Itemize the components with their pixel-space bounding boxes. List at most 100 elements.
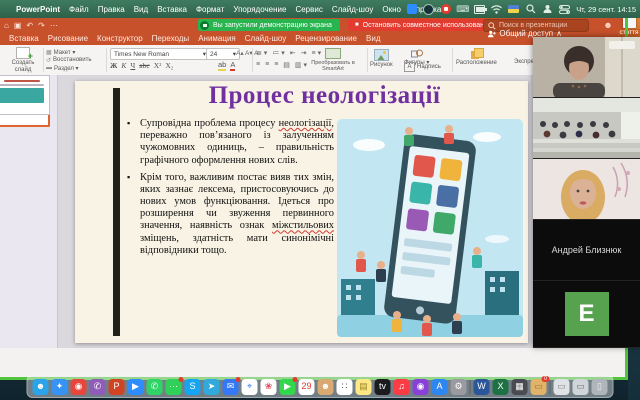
qat-button[interactable]: ⌂ (4, 21, 9, 30)
menubar-clock[interactable]: Чт, 29 сент. 14:15 (576, 5, 636, 14)
dock-app-icon[interactable]: W (473, 378, 490, 395)
app-menu-powerpoint[interactable]: PowerPoint (16, 5, 60, 14)
dock-app-icon[interactable]: A (431, 378, 448, 395)
dock-app-icon[interactable]: ✆ (146, 378, 163, 395)
participant-avatar-tile[interactable]: E (533, 281, 640, 348)
dock-app-icon[interactable] (469, 379, 471, 394)
new-slide-button[interactable]: Создать слайд (4, 45, 42, 75)
menubar-item[interactable]: Вид (134, 5, 148, 14)
dock-app-icon[interactable]: ▭ (553, 378, 570, 395)
qat-button[interactable]: ▣ (14, 21, 22, 30)
menubar-item[interactable]: Слайд-шоу (332, 5, 373, 14)
dock-app-icon[interactable]: ⋯ (165, 376, 184, 395)
recording-status-icon[interactable] (440, 4, 451, 15)
format-button[interactable]: Ч (130, 61, 135, 70)
control-center-icon[interactable] (559, 4, 571, 15)
ribbon-tab[interactable]: Вид (366, 34, 380, 43)
font-family-select[interactable]: Times New Roman ▾ (110, 48, 210, 60)
dock-app-icon[interactable]: ▭ (572, 378, 589, 395)
reset-button[interactable]: ↺ Восстановить (46, 57, 104, 64)
dock-app-icon[interactable]: ▤ (355, 378, 372, 395)
slide-title[interactable]: Процес неологізації (127, 82, 522, 110)
slide-canvas[interactable]: Процес неологізації ▪ Супровідна проблема… (75, 81, 528, 343)
ribbon-tab[interactable]: Переходы (152, 34, 190, 43)
menubar-item[interactable]: Файл (69, 5, 89, 14)
dock-app-icon[interactable]: ✉ (222, 376, 241, 395)
dock-app-icon[interactable]: 29 (298, 378, 315, 395)
dock-app-icon[interactable]: X (492, 378, 509, 395)
menubar-item[interactable]: Правка (98, 5, 125, 14)
dock-app-icon[interactable]: ▶ (279, 376, 298, 395)
paragraph-button[interactable]: ≔ ▾ (272, 49, 284, 57)
dock-app-icon[interactable]: ☻ (32, 378, 49, 395)
qat-button[interactable]: ⋯ (50, 21, 58, 30)
dock-app-icon[interactable]: ◉ (412, 378, 429, 395)
font-size-select[interactable]: 24 ▾ (206, 48, 240, 60)
dock-app-icon[interactable]: ▶ (127, 378, 144, 395)
ribbon-tab[interactable]: Рецензирование (295, 34, 357, 43)
participant-video-speaker[interactable] (533, 37, 640, 98)
app-status-icon[interactable] (406, 4, 417, 15)
ribbon-tab[interactable]: Рисование (48, 34, 88, 43)
ribbon-tab[interactable]: Анимация (198, 34, 236, 43)
section-button[interactable]: ▬ Раздел ▾ (46, 65, 104, 72)
dock-app-icon[interactable]: ✦ (51, 378, 68, 395)
alignment-button[interactable]: ≡ (256, 61, 260, 69)
dock-app-icon[interactable]: ☻ (317, 378, 334, 395)
status-circle-icon[interactable] (423, 3, 435, 15)
dock-app-icon[interactable]: P (108, 378, 125, 395)
alignment-button[interactable]: ▤ (283, 61, 290, 69)
dock-app-icon[interactable]: ⚙ (450, 378, 467, 395)
dock-app-icon[interactable]: ▦ (511, 378, 528, 395)
qat-button[interactable]: ↷ (38, 21, 45, 30)
highlight-color-button[interactable]: ab (218, 61, 227, 71)
smartart-button[interactable]: Преобразовать в SmartArt (300, 45, 366, 75)
format-button[interactable]: X₂ (165, 61, 173, 70)
ribbon-tab[interactable]: Вставка (9, 34, 39, 43)
menubar-item[interactable]: Сервис (295, 5, 322, 14)
dock-app-icon[interactable]: ✆ (89, 378, 106, 395)
arrange-button[interactable]: Расположение (456, 48, 497, 66)
dock-app-icon[interactable]: ⌖ (241, 378, 258, 395)
paragraph-button[interactable]: ⇤ (290, 49, 296, 57)
format-button[interactable]: X² (154, 61, 162, 70)
dock-app-icon[interactable]: ➤ (203, 378, 220, 395)
menubar-item[interactable]: Формат (196, 5, 224, 14)
insert-picture-button[interactable]: Рисунок (370, 49, 393, 68)
slide-body-text[interactable]: ▪ Супровідна проблема процесу неологізаці… (127, 118, 334, 262)
insert-textbox-button[interactable]: A Надпись (404, 62, 441, 72)
dock-app-icon[interactable]: ♫ (393, 378, 410, 395)
format-button[interactable]: abc (139, 61, 149, 70)
dock-app-icon[interactable]: tv (374, 378, 391, 395)
keyboard-icon[interactable]: ⌨ (456, 4, 469, 15)
ribbon-tab[interactable]: Слайд-шоу (245, 34, 286, 43)
participant-video-blonde-woman[interactable] (533, 159, 640, 220)
dock-app-icon[interactable]: ▯ (591, 378, 608, 395)
menubar-item[interactable]: Вставка (157, 5, 187, 14)
menubar-item[interactable]: Упорядочение (233, 5, 286, 14)
spotlight-search-icon[interactable] (525, 4, 536, 15)
dock-app-icon[interactable]: ▭ 0 (530, 375, 550, 395)
ukraine-flag-icon[interactable] (508, 4, 520, 15)
dock-app-icon[interactable]: ∷ (336, 378, 353, 395)
menubar-item[interactable]: Окно (382, 5, 401, 14)
layout-button[interactable]: ▦ Макет ▾ (46, 49, 104, 56)
format-button[interactable]: К (121, 61, 126, 70)
share-user-icon[interactable]: ☻ (600, 19, 616, 31)
participant-video-classroom[interactable] (533, 98, 640, 159)
font-color-button[interactable]: А (230, 61, 236, 71)
dock-app-icon[interactable]: ◉ (70, 378, 87, 395)
stop-sharing-button[interactable]: ■ Остановить совместное использование (348, 19, 499, 31)
paragraph-button[interactable]: ≣ ▾ (256, 49, 267, 57)
alignment-button[interactable]: ≡ (265, 61, 269, 69)
participant-name-tile[interactable]: Андрей Близнюк (533, 220, 640, 281)
wifi-icon[interactable] (491, 4, 503, 15)
dock-app-icon[interactable]: ❀ (260, 378, 277, 395)
alignment-button[interactable]: ≡ (274, 61, 278, 69)
fast-user-switch-icon[interactable] (542, 4, 553, 15)
format-button[interactable]: Ж (110, 61, 117, 70)
qat-button[interactable]: ↶ (26, 21, 33, 30)
dock-app-icon[interactable] (549, 379, 551, 394)
ribbon-tab[interactable]: Конструктор (97, 34, 143, 43)
battery-icon[interactable] (474, 4, 488, 15)
